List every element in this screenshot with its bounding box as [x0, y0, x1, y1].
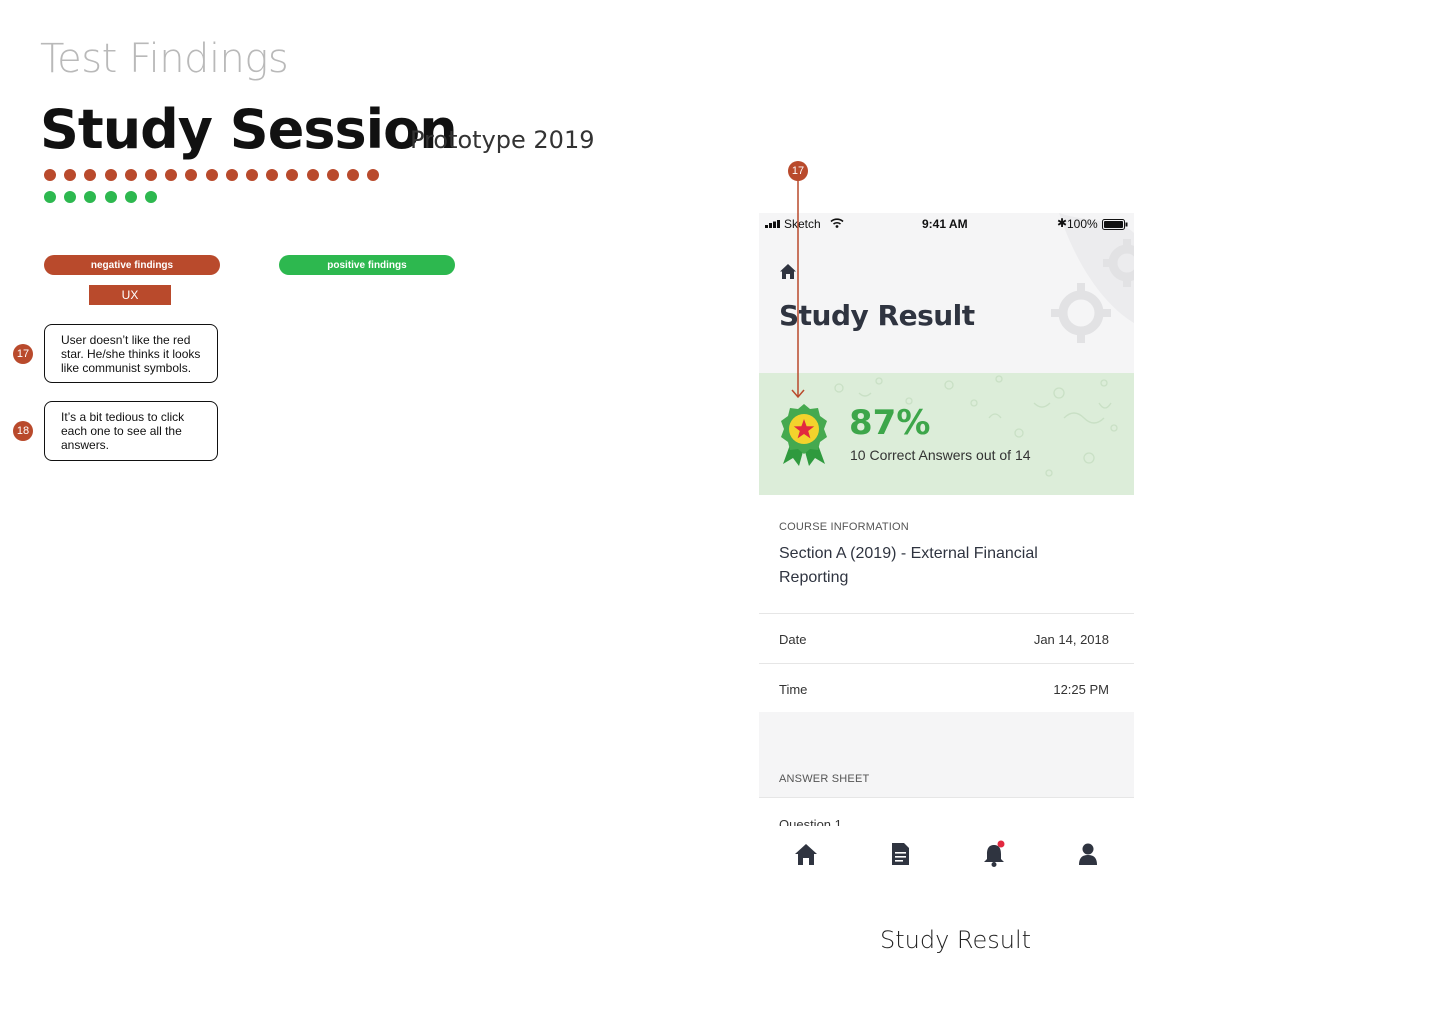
tab-bar	[759, 826, 1134, 880]
status-time: 9:41 AM	[922, 217, 968, 231]
finding-dot	[84, 191, 97, 203]
answer-list-item[interactable]: Question 1	[759, 797, 1134, 827]
row-label: Date	[779, 632, 807, 647]
session-subtitle: Prototype 2019	[410, 126, 595, 154]
finding-dot	[44, 191, 56, 203]
annotation-arrow	[791, 180, 805, 399]
answer-sheet-label: ANSWER SHEET	[779, 773, 870, 785]
positive-findings-pill: positive findings	[279, 255, 455, 275]
finding-dot	[326, 169, 339, 181]
finding-dot	[266, 169, 279, 181]
note-number-badge: 18	[13, 421, 33, 441]
row-value: 12:25 PM	[1053, 682, 1109, 697]
wifi-icon	[830, 218, 844, 228]
course-name: Section A (2019) - External Financial Re…	[779, 545, 1038, 586]
bell-icon[interactable]	[980, 840, 1008, 868]
finding-dot	[64, 169, 77, 181]
profile-icon[interactable]	[1074, 840, 1102, 868]
info-row-time: Time 12:25 PM	[759, 664, 1134, 714]
phone-screen: Sketch 9:41 AM ✱ 100% Study Result 87% 1…	[759, 213, 1134, 880]
score-summary: 10 Correct Answers out of 14	[850, 447, 1031, 463]
score-percent: 87%	[849, 403, 931, 443]
battery-icon	[1102, 219, 1128, 230]
status-bar: Sketch 9:41 AM ✱ 100%	[759, 213, 1134, 235]
note-number-badge: 17	[13, 344, 33, 364]
document-icon[interactable]	[886, 840, 914, 868]
answer-sheet-section: ANSWER SHEET Question 1	[759, 712, 1134, 827]
session-title: Study Session	[40, 98, 458, 161]
signal-icon	[765, 220, 780, 228]
finding-note: It’s a bit tedious to click each one to …	[44, 401, 218, 461]
finding-dot	[145, 169, 157, 181]
finding-dot	[124, 169, 137, 181]
row-value: Jan 14, 2018	[1033, 632, 1109, 647]
finding-note: User doesn’t like the red star. He/she t…	[44, 324, 218, 383]
course-info-label: COURSE INFORMATION	[779, 521, 909, 533]
award-badge-icon	[781, 404, 827, 466]
row-label: Time	[779, 682, 808, 697]
finding-dot	[165, 169, 178, 181]
finding-dot	[286, 169, 299, 181]
gears-illustration	[1051, 213, 1134, 343]
screen-caption: Study Result	[880, 926, 1032, 954]
finding-dot	[185, 169, 198, 181]
annotation-marker: 17	[788, 161, 808, 181]
finding-dot	[306, 169, 319, 181]
finding-dot	[124, 191, 137, 203]
phone-header: Sketch 9:41 AM ✱ 100% Study Result	[759, 213, 1134, 373]
finding-dot	[246, 169, 258, 181]
finding-dot	[367, 169, 380, 181]
finding-dot	[225, 169, 238, 181]
category-tag: UX	[89, 285, 171, 305]
finding-dot	[205, 169, 218, 181]
course-info-section: COURSE INFORMATION Section A (2019) - Ex…	[759, 495, 1134, 614]
finding-dot	[104, 191, 117, 203]
negative-findings-pill: negative findings	[44, 255, 220, 275]
bluetooth-icon: ✱	[1057, 216, 1068, 230]
negative-findings-label: negative findings	[90, 259, 174, 271]
finding-dot	[104, 169, 117, 181]
finding-dot	[145, 191, 157, 203]
finding-dot	[64, 191, 77, 203]
finding-dot	[44, 169, 56, 181]
info-row-date: Date Jan 14, 2018	[759, 614, 1134, 664]
home-icon[interactable]	[792, 840, 820, 868]
finding-dot	[347, 169, 359, 181]
score-panel: 87% 10 Correct Answers out of 14	[759, 373, 1134, 495]
finding-dot	[84, 169, 97, 181]
doc-title: Test Findings	[40, 36, 289, 82]
positive-findings-label: positive findings	[327, 259, 407, 271]
battery-label: 100%	[1067, 217, 1098, 231]
